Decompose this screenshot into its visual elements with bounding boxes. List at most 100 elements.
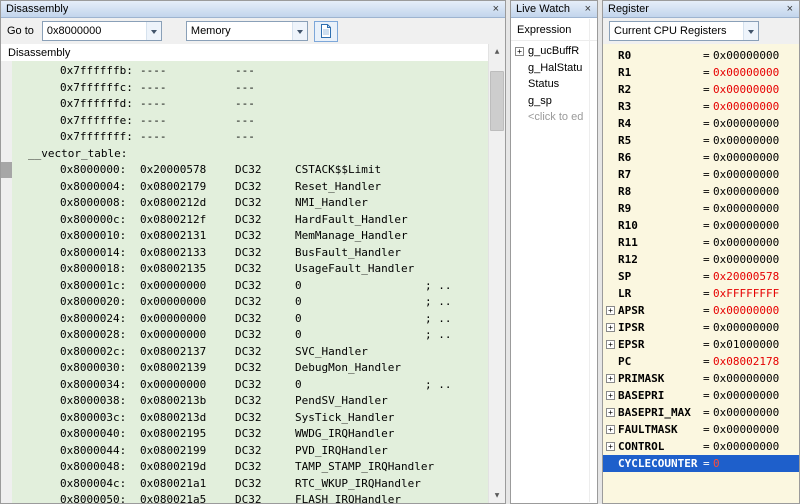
expand-icon[interactable]: + — [606, 323, 615, 332]
register-row[interactable]: R4 = 0x00000000 — [603, 115, 799, 132]
register-name: R7 — [618, 168, 632, 181]
disasm-mnemonic: DC32 — [235, 229, 262, 242]
disassembly-body: Disassembly 0x7ffffffb: ---- --- 0x7ffffffc… — [1, 44, 505, 503]
register-row[interactable]: SP = 0x20000578 — [603, 268, 799, 285]
breakpoint-gutter[interactable] — [1, 61, 12, 503]
chevron-down-icon[interactable] — [743, 22, 758, 40]
register-row[interactable]: + PRIMASK = 0x00000000 — [603, 370, 799, 387]
disasm-operand: PVD_IRQHandler — [295, 443, 388, 457]
close-icon[interactable]: × — [490, 3, 502, 15]
register-row[interactable]: R10 = 0x00000000 — [603, 217, 799, 234]
live-watch-titlebar[interactable]: Live Watch × — [511, 1, 597, 18]
disasm-line: 0x8000018: 0x08002135 DC32 UsageFault_Handl… — [12, 261, 488, 278]
view-mode-combobox[interactable]: Memory — [185, 21, 308, 41]
equals-sign: = — [703, 168, 710, 181]
register-name: CONTROL — [618, 440, 665, 453]
register-row[interactable]: R2 = 0x00000000 — [603, 81, 799, 98]
expand-icon[interactable]: + — [606, 340, 615, 349]
disasm-address: 0x8000038: — [60, 394, 127, 407]
chevron-down-icon[interactable] — [291, 22, 307, 40]
register-name: R8 — [618, 185, 632, 198]
register-row[interactable]: + EPSR = 0x01000000 — [603, 336, 799, 353]
disassembly-scrollbar[interactable]: ▲ ▼ — [488, 44, 505, 503]
disasm-address: 0x7fffffff: — [60, 130, 133, 143]
disasm-opcode: 0x08002195 — [140, 427, 207, 440]
register-row[interactable]: R3 = 0x00000000 — [603, 98, 799, 115]
disassembly-main: Disassembly 0x7ffffffb: ---- --- 0x7ffffffc… — [1, 44, 488, 503]
register-row[interactable]: R6 = 0x00000000 — [603, 149, 799, 166]
register-name: R12 — [618, 253, 638, 266]
register-value: 0x00000000 — [713, 423, 780, 436]
watch-expression: Status — [528, 78, 560, 91]
register-row[interactable]: + CONTROL = 0x00000000 — [603, 438, 799, 455]
register-row[interactable]: R8 = 0x00000000 — [603, 183, 799, 200]
register-row[interactable]: R11 = 0x00000000 — [603, 234, 799, 251]
watch-item[interactable]: g_sp — [511, 93, 597, 110]
scrollbar-track[interactable] — [489, 59, 505, 488]
disasm-line: 0x8000028: 0x00000000 DC32 0 ; .. — [12, 327, 488, 344]
register-row[interactable]: LR = 0xFFFFFFFF — [603, 285, 799, 302]
register-row[interactable]: R7 = 0x00000000 — [603, 166, 799, 183]
disasm-operand: UsageFault_Handler — [295, 262, 415, 275]
close-icon[interactable]: × — [784, 3, 796, 15]
disasm-operand: 0 — [295, 295, 302, 308]
toggle-source-view-button[interactable] — [313, 20, 338, 42]
scroll-up-icon[interactable]: ▲ — [489, 44, 505, 59]
disasm-opcode: 0x0800213d — [140, 410, 207, 424]
equals-sign: = — [703, 372, 710, 385]
expand-icon[interactable]: + — [515, 46, 524, 56]
disasm-operand: Reset_Handler — [295, 179, 382, 193]
register-row[interactable]: + BASEPRI = 0x00000000 — [603, 387, 799, 404]
register-group-combobox[interactable]: Current CPU Registers — [609, 21, 759, 41]
register-value: 0x00000000 — [713, 406, 780, 419]
disasm-line: 0x8000050: 0x080021a5 DC32 FLASH_IRQHandler — [12, 492, 488, 503]
register-row[interactable]: R12 = 0x00000000 — [603, 251, 799, 268]
register-row[interactable]: + IPSR = 0x00000000 — [603, 319, 799, 336]
equals-sign: = — [703, 49, 710, 62]
register-panel: Register × Current CPU Registers R0 = 0x00… — [602, 0, 800, 504]
equals-sign: = — [703, 321, 710, 334]
disassembly-titlebar[interactable]: Disassembly × — [1, 1, 505, 18]
scroll-down-icon[interactable]: ▼ — [489, 488, 505, 503]
register-name: R9 — [618, 202, 632, 215]
expand-icon[interactable]: + — [606, 391, 615, 400]
watch-item[interactable]: Status — [511, 76, 597, 93]
expand-icon[interactable]: + — [606, 374, 615, 383]
disasm-mnemonic: DC32 — [235, 262, 262, 275]
disassembly-toolbar: Go to 0x8000000 Memory — [1, 18, 505, 44]
expand-icon[interactable]: + — [606, 408, 615, 417]
disasm-operand: 0 — [295, 377, 302, 391]
register-titlebar[interactable]: Register × — [603, 1, 799, 18]
watch-item[interactable]: g_HalStatu — [511, 60, 597, 77]
register-row[interactable]: + FAULTMASK = 0x00000000 — [603, 421, 799, 438]
disassembly-code[interactable]: 0x7ffffffb: ---- --- 0x7ffffffc: ---- --- 0x7f… — [12, 61, 488, 503]
register-row[interactable]: R1 = 0x00000000 — [603, 64, 799, 81]
watch-item[interactable]: + g_ucBuffR — [511, 43, 597, 60]
close-icon[interactable]: × — [582, 3, 594, 15]
register-name: R1 — [618, 66, 632, 79]
equals-sign: = — [703, 202, 710, 215]
equals-sign: = — [703, 236, 710, 249]
scrollbar-thumb[interactable] — [490, 71, 504, 131]
goto-address-combobox[interactable]: 0x8000000 — [41, 21, 162, 41]
disasm-opcode: 0x0800212f — [140, 212, 207, 226]
register-row[interactable]: PC = 0x08002178 — [603, 353, 799, 370]
register-row[interactable]: + APSR = 0x00000000 — [603, 302, 799, 319]
chevron-down-icon[interactable] — [145, 22, 161, 40]
expand-icon[interactable]: + — [606, 306, 615, 315]
register-name: R0 — [618, 49, 632, 62]
register-value: 0x00000000 — [713, 49, 780, 62]
disasm-opcode: 0x08002137 — [140, 344, 207, 358]
watch-new-item[interactable]: <click to ed — [511, 109, 597, 126]
register-row[interactable]: R0 = 0x00000000 — [603, 47, 799, 64]
expand-icon[interactable]: + — [606, 425, 615, 434]
expand-icon[interactable]: + — [606, 442, 615, 451]
equals-sign: = — [703, 287, 710, 300]
register-row[interactable]: R5 = 0x00000000 — [603, 132, 799, 149]
register-row[interactable]: CYCLECOUNTER = 0 — [603, 455, 799, 472]
register-row[interactable]: R9 = 0x00000000 — [603, 200, 799, 217]
disasm-operand: MemManage_Handler — [295, 229, 408, 242]
register-value: 0x20000578 — [713, 270, 780, 283]
register-row[interactable]: + BASEPRI_MAX = 0x00000000 — [603, 404, 799, 421]
disasm-address: 0x8000018: — [60, 262, 127, 275]
